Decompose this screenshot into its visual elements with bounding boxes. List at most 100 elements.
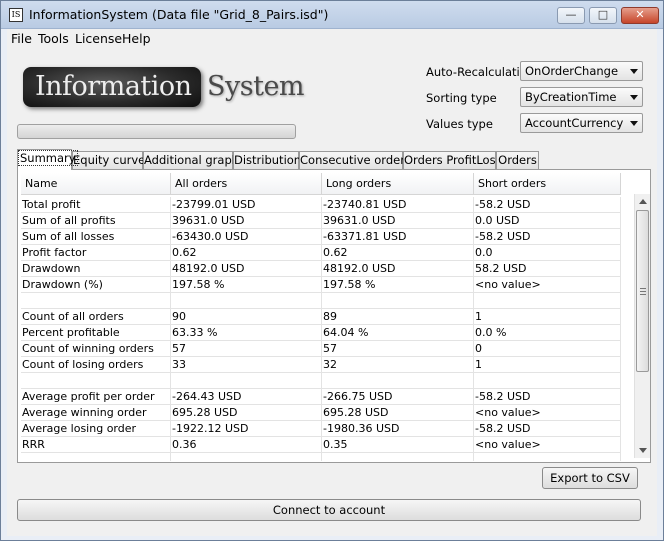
export-csv-button[interactable]: Export to CSV — [542, 467, 638, 489]
summary-table: Name All orders Long orders Short orders… — [21, 173, 632, 461]
table-cell — [474, 373, 621, 389]
table-header: Name All orders Long orders Short orders — [21, 173, 621, 195]
table-cell — [322, 293, 474, 309]
table-cell: -23799.01 USD — [171, 197, 322, 213]
menu-bar: File Tools License Help — [7, 29, 657, 48]
connect-account-button[interactable]: Connect to account — [17, 499, 641, 521]
tab-additional-graph[interactable]: Additional graph — [143, 151, 239, 169]
table-body: Total profit -23799.01 USD -23740.81 USD -5… — [21, 197, 621, 461]
values-type-value: AccountCurrency — [525, 116, 624, 130]
close-button[interactable]: ✕ — [621, 7, 659, 24]
client-area: File Tools License Help Information Syst… — [7, 29, 657, 536]
table-row[interactable]: Profit factor 0.62 0.62 0.0 — [21, 245, 621, 261]
values-type-select[interactable]: AccountCurrency — [520, 113, 643, 133]
sorting-type-label: Sorting type — [426, 91, 497, 105]
table-cell — [21, 293, 171, 309]
column-header-short-orders[interactable]: Short orders — [474, 173, 621, 195]
tab-orders-profitloss[interactable]: Orders ProfitLoss — [403, 151, 502, 169]
logo-text-information: Information — [35, 71, 192, 102]
table-cell: -63371.81 USD — [322, 229, 474, 245]
table-cell: Sum of all profits — [21, 213, 171, 229]
table-cell: <no value> — [474, 437, 621, 453]
column-header-all-orders[interactable]: All orders — [171, 173, 322, 195]
title-bar[interactable]: IS InformationSystem (Data file "Grid_8_… — [1, 1, 663, 29]
progress-bar — [17, 124, 296, 139]
column-header-long-orders[interactable]: Long orders — [322, 173, 474, 195]
vertical-scrollbar[interactable] — [634, 194, 650, 458]
minimize-button[interactable]: — — [557, 7, 585, 24]
table-cell: 695.28 USD — [171, 405, 322, 421]
table-cell: -23740.81 USD — [322, 197, 474, 213]
tab-label: Summary — [18, 150, 78, 166]
table-row[interactable]: Count of losing orders 33 32 1 — [21, 357, 621, 373]
sorting-type-select[interactable]: ByCreationTime — [520, 87, 643, 107]
tab-summary[interactable]: Summary — [17, 149, 78, 170]
tab-equity-curve[interactable]: Equity curve — [72, 151, 145, 169]
table-row[interactable]: Sum of all losses -63430.0 USD -63371.81 U… — [21, 229, 621, 245]
table-cell: 48192.0 USD — [171, 261, 322, 277]
scroll-up-icon[interactable] — [639, 199, 647, 204]
table-row[interactable]: Count of all orders 90 89 1 — [21, 309, 621, 325]
tab-consecutive-orders[interactable]: Consecutive orders — [299, 151, 411, 169]
table-cell: 197.58 % — [322, 277, 474, 293]
table-cell — [171, 453, 322, 461]
tab-orders[interactable]: Orders — [496, 151, 539, 169]
table-cell: 57 — [171, 341, 322, 357]
table-cell: Drawdown (%) — [21, 277, 171, 293]
table-row[interactable]: Sum of all profits 39631.0 USD 39631.0 USD… — [21, 213, 621, 229]
app-window: IS InformationSystem (Data file "Grid_8_… — [0, 0, 664, 541]
table-row[interactable]: Average winning order 695.28 USD 695.28 US… — [21, 405, 621, 421]
table-cell: -264.43 USD — [171, 389, 322, 405]
table-cell — [21, 373, 171, 389]
table-cell: 0.62 — [322, 245, 474, 261]
table-cell: Total profit — [21, 197, 171, 213]
table-cell: 48192.0 USD — [322, 261, 474, 277]
scroll-down-icon[interactable] — [639, 448, 647, 453]
table-cell — [322, 453, 474, 461]
table-row[interactable] — [21, 373, 621, 389]
table-row[interactable]: Percent profitable 63.33 % 64.04 % 0.0 % — [21, 325, 621, 341]
summary-panel: Name All orders Long orders Short orders… — [17, 169, 651, 463]
table-cell: RRR — [21, 437, 171, 453]
table-row[interactable]: Count of winning orders 57 57 0 — [21, 341, 621, 357]
table-cell — [171, 373, 322, 389]
table-cell: 39631.0 USD — [322, 213, 474, 229]
table-cell: <no value> — [474, 277, 621, 293]
column-header-name[interactable]: Name — [21, 173, 171, 195]
table-row[interactable]: RRR 0.36 0.35 <no value> — [21, 437, 621, 453]
menu-file[interactable]: File — [11, 31, 32, 46]
table-cell: Count of all orders — [21, 309, 171, 325]
table-cell: 1 — [474, 357, 621, 373]
table-row[interactable]: Drawdown (%) 197.58 % 197.58 % <no value> — [21, 277, 621, 293]
auto-recalculating-label: Auto-Recalculating — [426, 65, 535, 79]
grip-icon — [640, 288, 646, 295]
table-row[interactable] — [21, 293, 621, 309]
table-cell: 89 — [322, 309, 474, 325]
table-cell: 90 — [171, 309, 322, 325]
table-row[interactable]: Drawdown 48192.0 USD 48192.0 USD 58.2 USD — [21, 261, 621, 277]
table-row[interactable]: Average losing order -1922.12 USD -1980.36… — [21, 421, 621, 437]
menu-tools[interactable]: Tools — [38, 31, 69, 46]
table-cell: 63.33 % — [171, 325, 322, 341]
table-cell: 0.0 — [474, 245, 621, 261]
table-cell: 0.0 % — [474, 325, 621, 341]
scroll-thumb[interactable] — [636, 210, 649, 372]
table-cell — [474, 293, 621, 309]
values-type-label: Values type — [426, 117, 493, 131]
table-cell: 64.04 % — [322, 325, 474, 341]
menu-help[interactable]: Help — [122, 31, 151, 46]
auto-recalculating-select[interactable]: OnOrderChange — [520, 61, 643, 81]
table-cell: -266.75 USD — [322, 389, 474, 405]
table-row[interactable]: Average profit per order -264.43 USD -266.… — [21, 389, 621, 405]
table-cell: 695.28 USD — [322, 405, 474, 421]
table-row[interactable]: Total profit -23799.01 USD -23740.81 USD -5… — [21, 197, 621, 213]
table-row[interactable] — [21, 453, 621, 461]
maximize-button[interactable]: □ — [589, 7, 617, 24]
table-cell — [474, 453, 621, 461]
sorting-type-value: ByCreationTime — [525, 90, 617, 104]
tab-distribution[interactable]: Distribution — [233, 151, 301, 169]
menu-license[interactable]: License — [75, 31, 122, 46]
table-cell — [21, 453, 171, 461]
table-cell: Average profit per order — [21, 389, 171, 405]
chevron-down-icon — [630, 121, 638, 126]
